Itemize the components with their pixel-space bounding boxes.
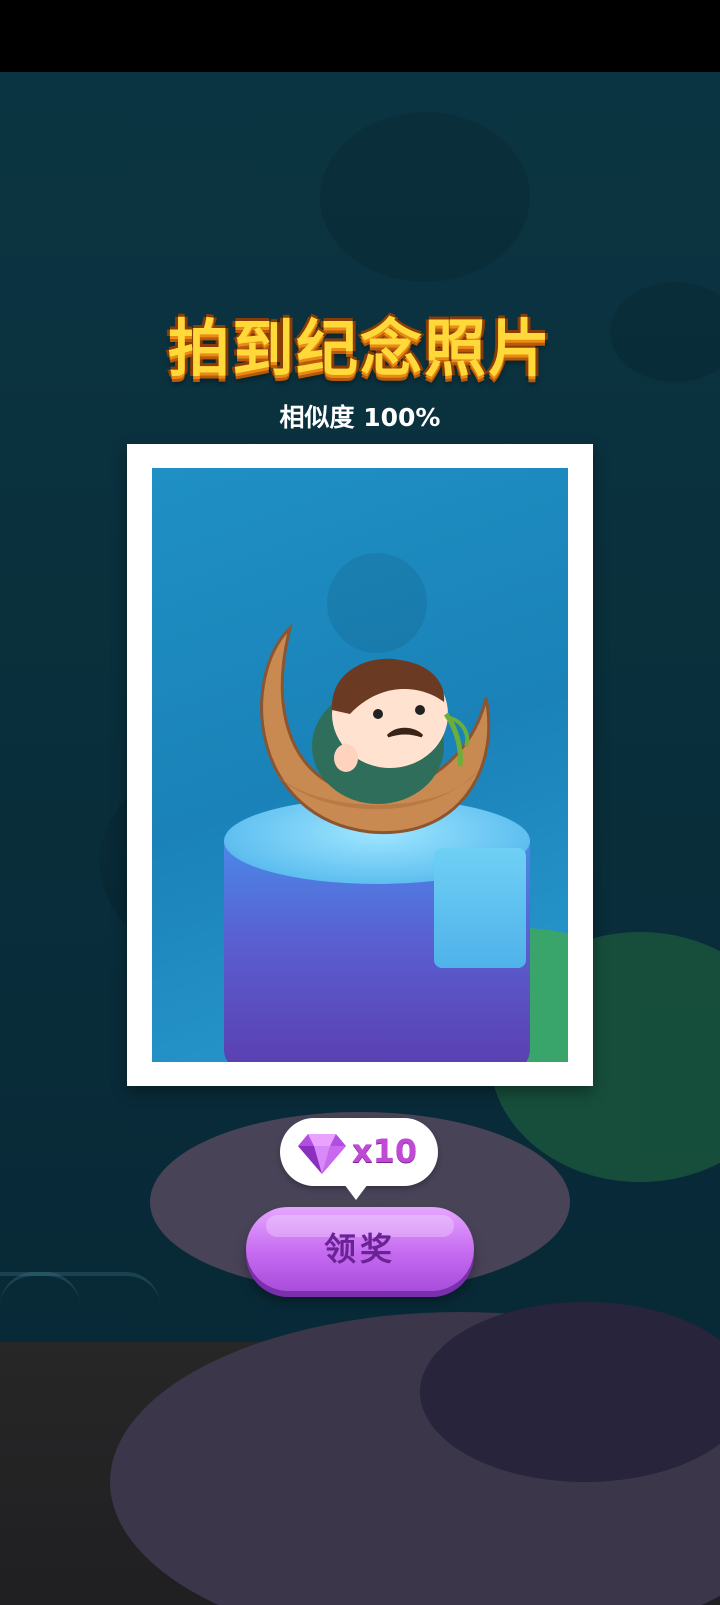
game-screen: 拍到纪念照片 相似度 100% x10 领奖 [0, 0, 720, 1605]
reward-bubble: x10 [280, 1118, 438, 1200]
photo-waterfall [434, 848, 526, 968]
result-title: 拍到纪念照片 [167, 312, 552, 385]
claim-reward-button[interactable]: 领奖 [246, 1207, 474, 1291]
status-bar [0, 0, 720, 72]
claim-button-label: 领奖 [323, 1230, 396, 1268]
souvenir-photo [152, 468, 568, 1062]
similarity-label: 相似度 100% [279, 403, 441, 432]
purple-gem-icon [298, 1134, 346, 1174]
reward-count: x10 [352, 1132, 418, 1170]
moon-boat-character [260, 623, 491, 835]
souvenir-photo-frame [127, 444, 593, 1086]
